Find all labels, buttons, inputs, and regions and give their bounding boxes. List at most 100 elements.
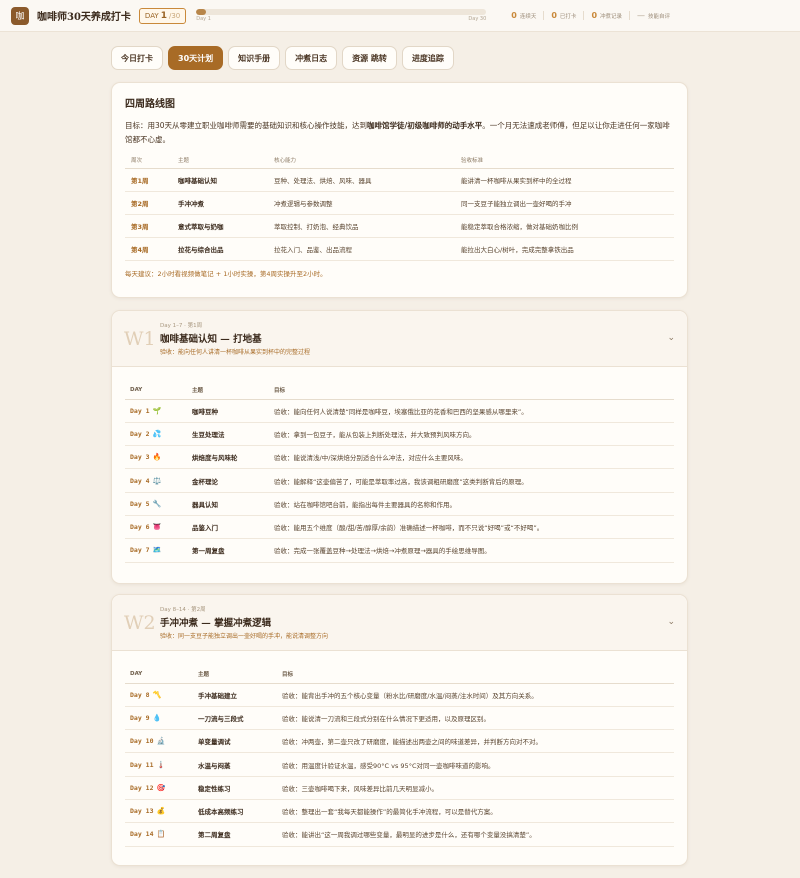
- table-row: 第2周 手冲冲煮 冲煮逻辑与参数调整 同一支豆子能独立调出一壶好喝的手冲: [125, 191, 674, 215]
- day-row[interactable]: Day 3 🔥 烘焙度与风味轮 验收：能说清浅/中/深烘焙分别适合什么冲法，对应什么主…: [125, 445, 674, 470]
- day-label: Day 7: [130, 546, 150, 555]
- day-row[interactable]: Day 7 🗺️ 第一周复盘 验收：完成一张覆盖豆种→处理法→烘焙→冲煮原理→器具的手…: [125, 538, 674, 563]
- goal-text-bold: 咖啡馆学徒/初级咖啡师的动手水平: [367, 121, 483, 130]
- topic-cell: 意式萃取与奶咖: [172, 214, 268, 238]
- tab-resources[interactable]: 资源 跳转: [342, 46, 397, 70]
- day-row[interactable]: Day 9 💧 一刀流与三段式 验收：能说清一刀流和三段式分别在什么情况下更适用，以及…: [125, 706, 674, 731]
- day-number: Day 8 〽️: [125, 683, 193, 707]
- stat-label: 技能自评: [648, 13, 671, 20]
- stat-label: 冲煮记录: [600, 13, 623, 20]
- stat-value: 0: [551, 11, 557, 20]
- tab-brew-log[interactable]: 冲煮日志: [285, 46, 338, 70]
- chevron-down-icon[interactable]: ⌄: [667, 617, 675, 627]
- tab-today[interactable]: 今日打卡: [111, 46, 163, 70]
- day-badge-prefix: DAY: [144, 11, 159, 20]
- skills-cell: 拉花入门、品鉴、出品流程: [268, 237, 455, 261]
- week-card-2: W2 Day 8–14 · 第2周 手冲冲煮 — 掌握冲煮逻辑 验收：同一支豆子…: [111, 594, 688, 866]
- day-topic: 第一周复盘: [187, 538, 269, 563]
- roadmap-table: 周次 主题 核心能力 验收标准 第1周 咖啡基础认知 豆种、处理法、烘焙、风味、…: [125, 152, 674, 261]
- day-topic: 低成本高频练习: [193, 799, 277, 824]
- day-number: Day 5 🔧: [125, 492, 187, 516]
- day-number: Day 13 💰: [125, 799, 193, 824]
- day-goal: 验收：能背出手冲的五个核心变量（粉水比/研磨度/水温/闷蒸/注水时间）及其方向关…: [277, 683, 674, 707]
- day-number: Day 12 🎯: [125, 776, 193, 800]
- roadmap-goal: 目标：用30天从零建立职业咖啡师需要的基础知识和核心操作技能，达到咖啡馆学徒/初…: [125, 119, 674, 147]
- goal-text-pre: 目标：用30天从零建立职业咖啡师需要的基础知识和核心操作技能，达到: [125, 121, 368, 130]
- day-row[interactable]: Day 14 📋 第二周复盘 验收：能讲出“这一周我调过哪些变量，最明显的进步是什么，…: [125, 822, 674, 847]
- day-label: Day 13: [130, 807, 154, 816]
- day-goal: 验收：能讲出“这一周我调过哪些变量，最明显的进步是什么，还有哪个变量没搞清楚”。: [277, 822, 674, 847]
- col-header-day: DAY: [125, 381, 187, 400]
- week-subtitle: 验收：同一支豆子能独立调出一壶好喝的手冲，能说清调整方向: [160, 633, 329, 640]
- roadmap-card: 四周路线图 目标：用30天从零建立职业咖啡师需要的基础知识和核心操作技能，达到咖…: [111, 82, 688, 298]
- topic-cell: 拉花与综合出品: [172, 237, 268, 261]
- skills-cell: 豆种、处理法、烘焙、风味、器具: [268, 168, 455, 192]
- day-topic-icon: 〽️: [152, 690, 162, 699]
- stat-streak: 0 连续天: [504, 11, 543, 20]
- day-topic-icon: 💦: [152, 429, 162, 438]
- day-number: Day 4 ⚖️: [125, 468, 187, 493]
- day-row[interactable]: Day 11 🌡️ 水温与闷蒸 验收：用温度计验证水温，感受90°C vs 95°C对…: [125, 752, 674, 777]
- tab-progress[interactable]: 进度追踪: [401, 46, 454, 70]
- criteria-cell: 能稳定萃取合格浓缩，做对基础奶咖比例: [455, 214, 674, 238]
- week-cell: 第3周: [125, 214, 172, 238]
- day-goal: 验收：能向任何人说清楚“同样是咖啡豆，埃塞俄比亚的花香和巴西的坚果感从哪里来”。: [269, 399, 674, 423]
- tab-30-day-plan[interactable]: 30天计划: [168, 46, 224, 70]
- day-row[interactable]: Day 2 💦 生豆处理法 验收：拿到一包豆子，能从包装上判断处理法，并大致预判风味方…: [125, 422, 674, 447]
- stat-label: 已打卡: [559, 13, 577, 20]
- day-goal: 验收：能用五个维度（酸/甜/苦/醇厚/余韵）准确描述一杯咖啡，而不只说“好喝”或…: [269, 515, 674, 540]
- topic-cell: 手冲冲煮: [172, 191, 268, 215]
- progress-end-label: Day 30: [468, 16, 487, 22]
- day-row[interactable]: Day 5 🔧 器具认知 验收：站在咖啡馆吧台前，能指出每件主要器具的名称和作用。: [125, 492, 674, 516]
- stat-self-rating: — 技能自评: [629, 11, 677, 20]
- day-topic-icon: 🌡️: [156, 760, 166, 769]
- day-label: Day 12: [130, 783, 154, 792]
- stat-checked-in: 0 已打卡: [543, 11, 583, 20]
- roadmap-footer-tip: 每天建议：2小时看视频做笔记 + 1小时实操，第4周实操升至2小时。: [125, 270, 327, 278]
- day-goal: 验收：能解释“这壶偏苦了，可能是萃取率过高，我该调粗研磨度”这类判断背后的原理。: [269, 468, 674, 493]
- week-cell: 第1周: [125, 168, 172, 192]
- day-label: Day 11: [130, 760, 154, 769]
- day-row[interactable]: Day 8 〽️ 手冲基础建立 验收：能背出手冲的五个核心变量（粉水比/研磨度/水温/…: [125, 683, 674, 707]
- day-row[interactable]: Day 10 🔬 单变量调试 验收：冲两壶，第二壶只改了研磨度，能描述出两壶之间的味道…: [125, 729, 674, 754]
- chevron-down-icon[interactable]: ⌄: [667, 333, 675, 343]
- day-table: DAY 主题 目标 Day 8 〽️ 手冲基础建立 验收：能背出手冲的五个核心变量（粉…: [125, 665, 674, 847]
- day-label: Day 1: [130, 406, 150, 415]
- day-goal: 验收：整理出一套“我每天都能操作”的最简化手冲流程，可以是替代方案。: [277, 799, 674, 824]
- day-label: Day 5: [130, 499, 150, 508]
- stat-label: 连续天: [519, 13, 537, 20]
- day-topic-icon: 👅: [152, 523, 162, 532]
- col-header-goal: 目标: [269, 381, 674, 400]
- col-header-topic: 主题: [187, 381, 269, 400]
- day-goal: 验收：三壶咖啡喝下来，风味差异比前几天明显减小。: [277, 776, 674, 800]
- progress-track: [196, 9, 487, 15]
- week-number: W2: [124, 611, 156, 634]
- day-label: Day 3: [130, 453, 150, 462]
- day-goal: 验收：能说清一刀流和三段式分别在什么情况下更适用，以及原理区别。: [277, 706, 674, 731]
- stats-group: 0 连续天 0 已打卡 0 冲煮记录 — 技能自评: [504, 11, 677, 20]
- tab-knowledge[interactable]: 知识手册: [228, 46, 281, 70]
- day-row[interactable]: Day 12 🎯 稳定性练习 验收：三壶咖啡喝下来，风味差异比前几天明显减小。: [125, 776, 674, 800]
- table-row: 第1周 咖啡基础认知 豆种、处理法、烘焙、风味、器具 能讲清一杯咖啡从果实到杯中…: [125, 168, 674, 192]
- day-label: Day 6: [130, 523, 150, 532]
- week-header[interactable]: W2 Day 8–14 · 第2周 手冲冲煮 — 掌握冲煮逻辑 验收：同一支豆子…: [112, 595, 687, 651]
- roadmap-title: 四周路线图: [125, 99, 175, 110]
- day-row[interactable]: Day 13 💰 低成本高频练习 验收：整理出一套“我每天都能操作”的最简化手冲流程，…: [125, 799, 674, 824]
- col-header-topic: 主题: [172, 152, 268, 169]
- col-header-criteria: 验收标准: [455, 152, 674, 169]
- week-header[interactable]: W1 Day 1–7 · 第1周 咖啡基础认知 — 打地基 验收：能向任何人讲清…: [112, 311, 687, 367]
- col-header-week: 周次: [125, 152, 172, 169]
- day-label: Day 9: [130, 713, 150, 722]
- stat-brew-logs: 0 冲煮记录: [583, 11, 629, 20]
- top-bar: 咖 咖啡师30天养成打卡 DAY 1 /30 Day 1 Day 30 0 连续…: [0, 0, 800, 32]
- day-label: Day 10: [130, 737, 154, 746]
- criteria-cell: 能讲清一杯咖啡从果实到杯中的全过程: [455, 168, 674, 192]
- week-subtitle: 验收：能向任何人讲清一杯咖啡从果实到杯中的完整过程: [160, 349, 311, 356]
- criteria-cell: 能拉出大白心/树叶，完成完整拿铁出品: [455, 237, 674, 261]
- criteria-cell: 同一支豆子能独立调出一壶好喝的手冲: [455, 191, 674, 215]
- day-row[interactable]: Day 1 🌱 咖啡豆种 验收：能向任何人说清楚“同样是咖啡豆，埃塞俄比亚的花香和巴西…: [125, 399, 674, 423]
- day-topic-icon: 🌱: [152, 406, 162, 415]
- day-topic-icon: 🗺️: [152, 546, 162, 555]
- day-row[interactable]: Day 6 👅 品鉴入门 验收：能用五个维度（酸/甜/苦/醇厚/余韵）准确描述一杯咖啡…: [125, 515, 674, 540]
- day-row[interactable]: Day 4 ⚖️ 金杯理论 验收：能解释“这壶偏苦了，可能是萃取率过高，我该调粗研磨度…: [125, 468, 674, 493]
